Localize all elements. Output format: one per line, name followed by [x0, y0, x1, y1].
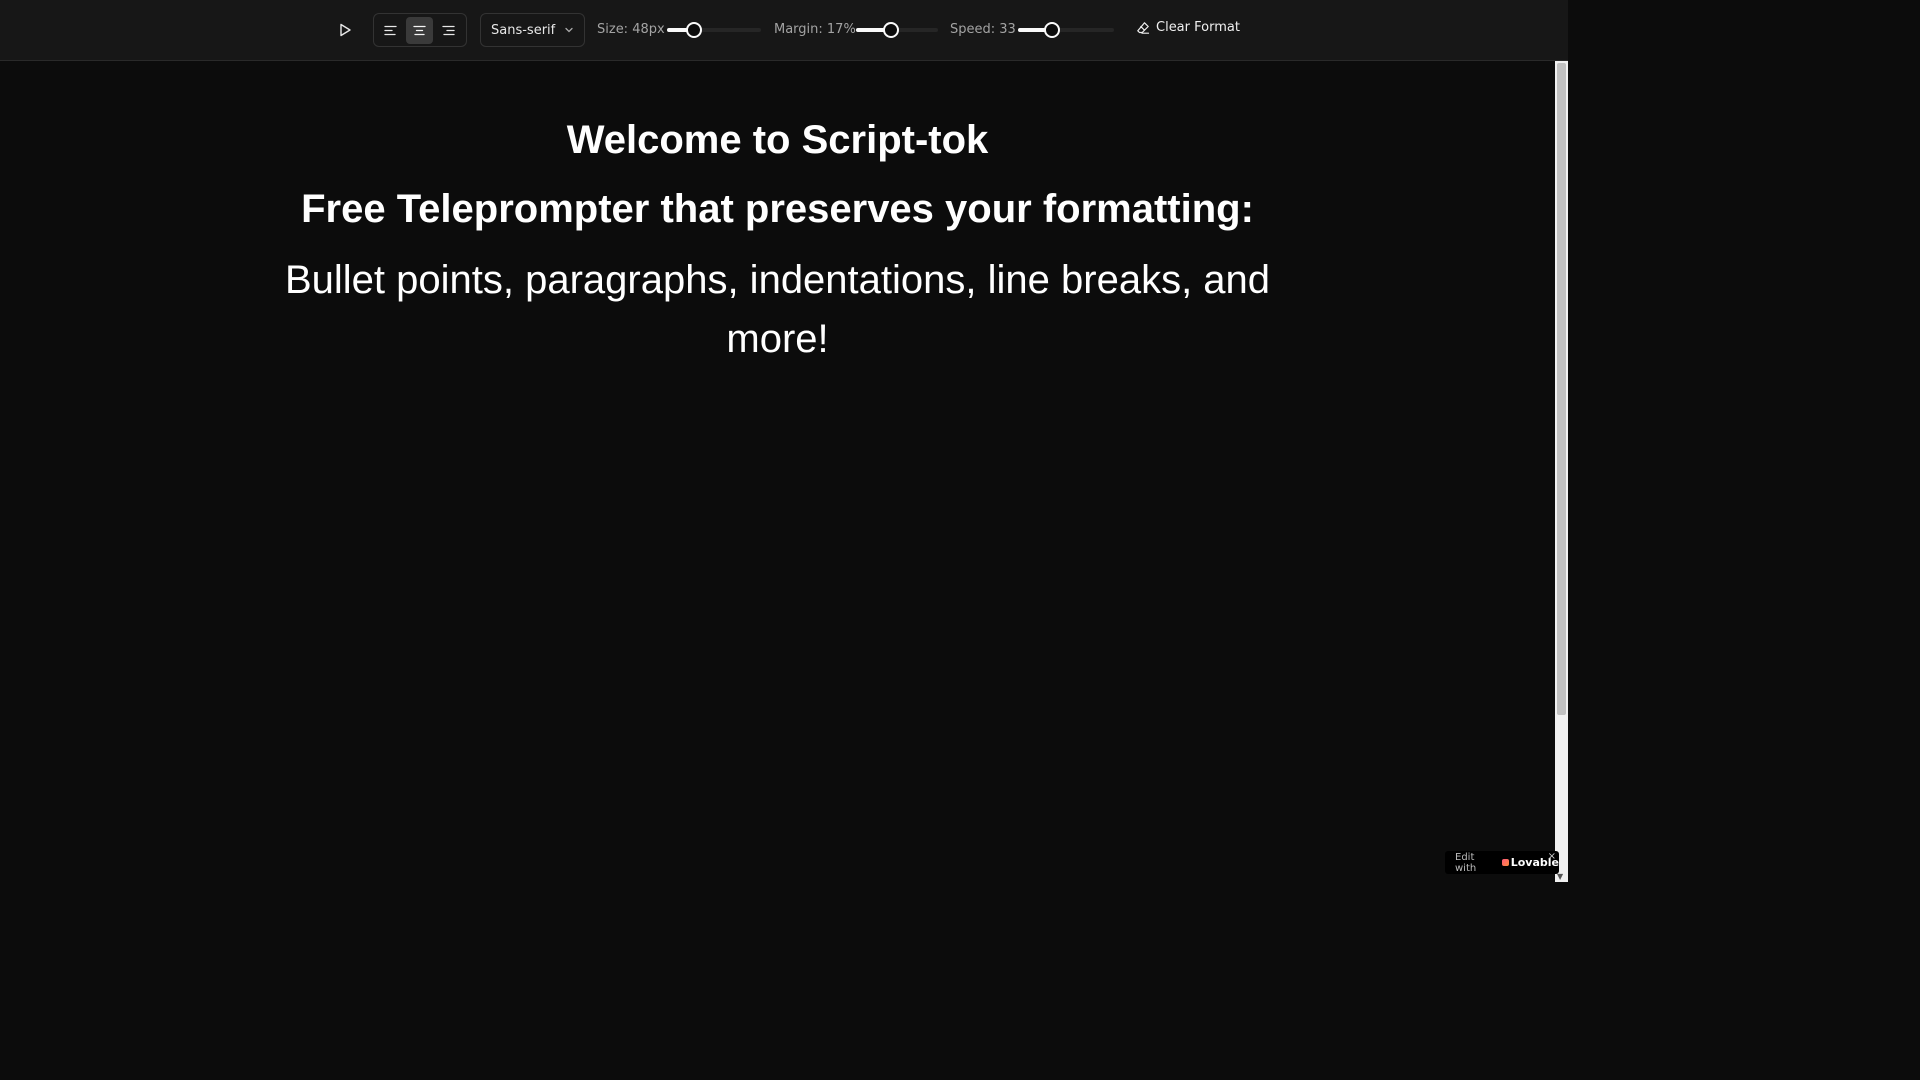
- script-heading: Welcome to Script-tok: [566, 118, 989, 162]
- chevron-down-icon: [565, 27, 573, 33]
- align-right-button[interactable]: [435, 17, 462, 44]
- align-center-icon: [413, 25, 426, 35]
- font-family-select[interactable]: Sans-serif: [480, 13, 585, 47]
- margin-slider[interactable]: [856, 22, 938, 38]
- align-center-button[interactable]: [406, 16, 433, 44]
- size-slider[interactable]: [667, 22, 761, 38]
- play-icon: [340, 23, 351, 37]
- speed-slider-thumb[interactable]: [1043, 22, 1060, 38]
- align-left-icon: [384, 25, 397, 35]
- scroll-down-arrow-icon[interactable]: ▼: [1557, 872, 1563, 881]
- align-right-icon: [442, 25, 455, 35]
- speed-slider[interactable]: [1018, 22, 1114, 38]
- font-family-value: Sans-serif: [491, 22, 556, 38]
- margin-slider-thumb[interactable]: [883, 22, 900, 38]
- script-paragraph: Bullet points, paragraphs, indentations,…: [284, 258, 1271, 361]
- lovable-heart-icon: [1501, 859, 1509, 866]
- size-slider-thumb[interactable]: [686, 22, 703, 38]
- toolbar: Sans-serif Size: 48px Margin: 17% Speed:…: [0, 0, 1568, 61]
- badge-close-button[interactable]: ×: [1548, 851, 1556, 862]
- clear-format-button[interactable]: Clear Format: [1136, 20, 1240, 35]
- clear-format-label: Clear Format: [1156, 20, 1240, 35]
- size-label: Size: 48px: [597, 22, 665, 37]
- alignment-group: [373, 13, 467, 47]
- script-subheading: Free Teleprompter that preserves your fo…: [301, 187, 1254, 231]
- teleprompter-script[interactable]: Welcome to Script-tok Free Teleprompter …: [0, 61, 1555, 882]
- badge-prefix: Edit with: [1455, 851, 1477, 874]
- scrollbar-thumb[interactable]: [1557, 63, 1566, 715]
- speed-label: Speed: 33: [950, 22, 1016, 37]
- play-button[interactable]: [332, 17, 358, 43]
- align-left-button[interactable]: [377, 17, 404, 44]
- margin-label: Margin: 17%: [774, 22, 856, 37]
- edit-with-lovable-badge[interactable]: Edit with Lovable ×: [1445, 851, 1559, 874]
- eraser-icon: [1137, 21, 1150, 34]
- vertical-scrollbar[interactable]: ▼: [1555, 61, 1568, 882]
